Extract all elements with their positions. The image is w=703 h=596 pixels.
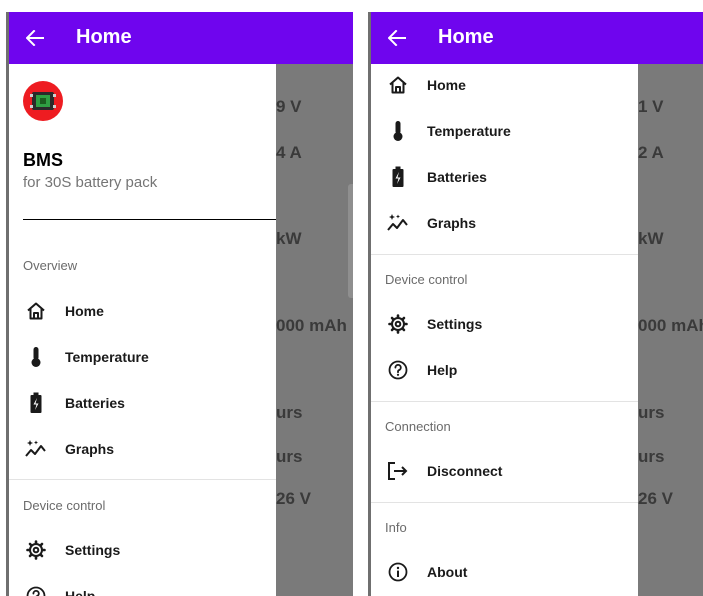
drawer-item-about[interactable]: About <box>371 552 638 592</box>
drawer-item-label: About <box>427 564 468 580</box>
home-icon <box>387 74 409 96</box>
background-value: 9 V <box>276 97 302 116</box>
background-value: urs <box>276 403 303 422</box>
thermometer-icon <box>387 120 409 142</box>
drawer-item-label: Batteries <box>65 395 125 411</box>
header-divider <box>23 219 276 220</box>
drawer-item-settings[interactable]: Settings <box>9 530 276 570</box>
drawer-item-label: Graphs <box>427 215 477 231</box>
drawer-item-home[interactable]: Home <box>371 65 638 105</box>
drawer-item-help[interactable]: Help <box>371 350 638 390</box>
section-label-overview: Overview <box>23 258 78 273</box>
background-value: 26 V <box>276 489 311 508</box>
drawer-item-label: Batteries <box>427 169 487 185</box>
background-value: 000 mAh <box>276 316 347 335</box>
section-divider <box>9 479 276 480</box>
drawer-item-label: Temperature <box>65 349 149 365</box>
section-label-connection: Connection <box>385 419 451 434</box>
drawer-item-batteries[interactable]: Batteries <box>9 383 276 423</box>
drawer-item-label: Home <box>427 77 466 93</box>
navigation-drawer: BMS for 30S battery pack Overview Home T… <box>9 64 276 596</box>
background-value: urs <box>638 447 665 466</box>
section-label-info: Info <box>385 520 407 535</box>
drawer-header-subtitle: for 30S battery pack <box>23 174 158 191</box>
background-value: 26 V <box>638 489 673 508</box>
background-value: 000 mAh <box>638 316 703 335</box>
drawer-item-label: Help <box>65 588 96 596</box>
scrollbar[interactable] <box>348 184 353 298</box>
arrow-left-icon <box>26 30 44 46</box>
drawer-item-help[interactable]: Help <box>9 576 276 596</box>
drawer-header-title: BMS <box>23 150 63 170</box>
drawer-item-label: Temperature <box>427 123 511 139</box>
sparkle-graph-icon <box>387 212 409 234</box>
phone-screen-right: Home 1 V 2 A kW 000 mAh urs urs 26 V Hom… <box>371 12 703 596</box>
drawer-item-batteries[interactable]: Batteries <box>371 157 638 197</box>
drawer-item-temperature[interactable]: Temperature <box>371 111 638 151</box>
drawer-item-label: Disconnect <box>427 463 503 479</box>
help-icon <box>387 359 409 381</box>
drawer-item-settings[interactable]: Settings <box>371 304 638 344</box>
thermometer-icon <box>25 346 47 368</box>
drawer-item-label: Graphs <box>65 441 115 457</box>
background-value: urs <box>638 403 665 422</box>
section-label-device-control: Device control <box>385 272 468 287</box>
background-value: kW <box>638 229 664 248</box>
app-bar: Home <box>371 12 703 64</box>
help-icon <box>25 585 47 596</box>
section-divider <box>371 254 638 255</box>
battery-charging-icon <box>25 392 47 414</box>
section-divider <box>371 502 638 503</box>
sparkle-graph-icon <box>25 438 47 460</box>
navigation-drawer-scrolled: Home Temperature Batteries Graphs Device… <box>371 64 638 596</box>
background-value: 4 A <box>276 143 302 162</box>
phone-screen-left: Home 9 V 4 A kW 000 mAh urs urs 26 V BMS… <box>9 12 353 596</box>
app-bar: Home <box>9 12 353 64</box>
drawer-item-label: Help <box>427 362 458 378</box>
drawer-item-label: Home <box>65 303 104 319</box>
app-bar-title: Home <box>76 26 132 48</box>
section-label-device-control: Device control <box>23 498 106 513</box>
bms-board-icon <box>23 81 63 121</box>
info-icon <box>387 561 409 583</box>
logout-icon <box>387 460 409 482</box>
background-value: kW <box>276 229 302 248</box>
drawer-item-graphs[interactable]: Graphs <box>371 203 638 243</box>
drawer-item-temperature[interactable]: Temperature <box>9 337 276 377</box>
battery-charging-icon <box>387 166 409 188</box>
drawer-item-disconnect[interactable]: Disconnect <box>371 451 638 491</box>
back-button[interactable] <box>381 22 413 54</box>
background-value: urs <box>276 447 303 466</box>
gear-icon <box>25 539 47 561</box>
section-divider <box>371 401 638 402</box>
back-button[interactable] <box>19 22 51 54</box>
background-value: 2 A <box>638 143 664 162</box>
drawer-item-label: Settings <box>427 316 483 332</box>
arrow-left-icon <box>388 30 406 46</box>
drawer-item-graphs[interactable]: Graphs <box>9 429 276 469</box>
app-bar-title: Home <box>438 26 494 48</box>
drawer-item-home[interactable]: Home <box>9 291 276 331</box>
gear-icon <box>387 313 409 335</box>
drawer-item-label: Settings <box>65 542 121 558</box>
background-value: 1 V <box>638 97 664 116</box>
home-icon <box>25 300 47 322</box>
